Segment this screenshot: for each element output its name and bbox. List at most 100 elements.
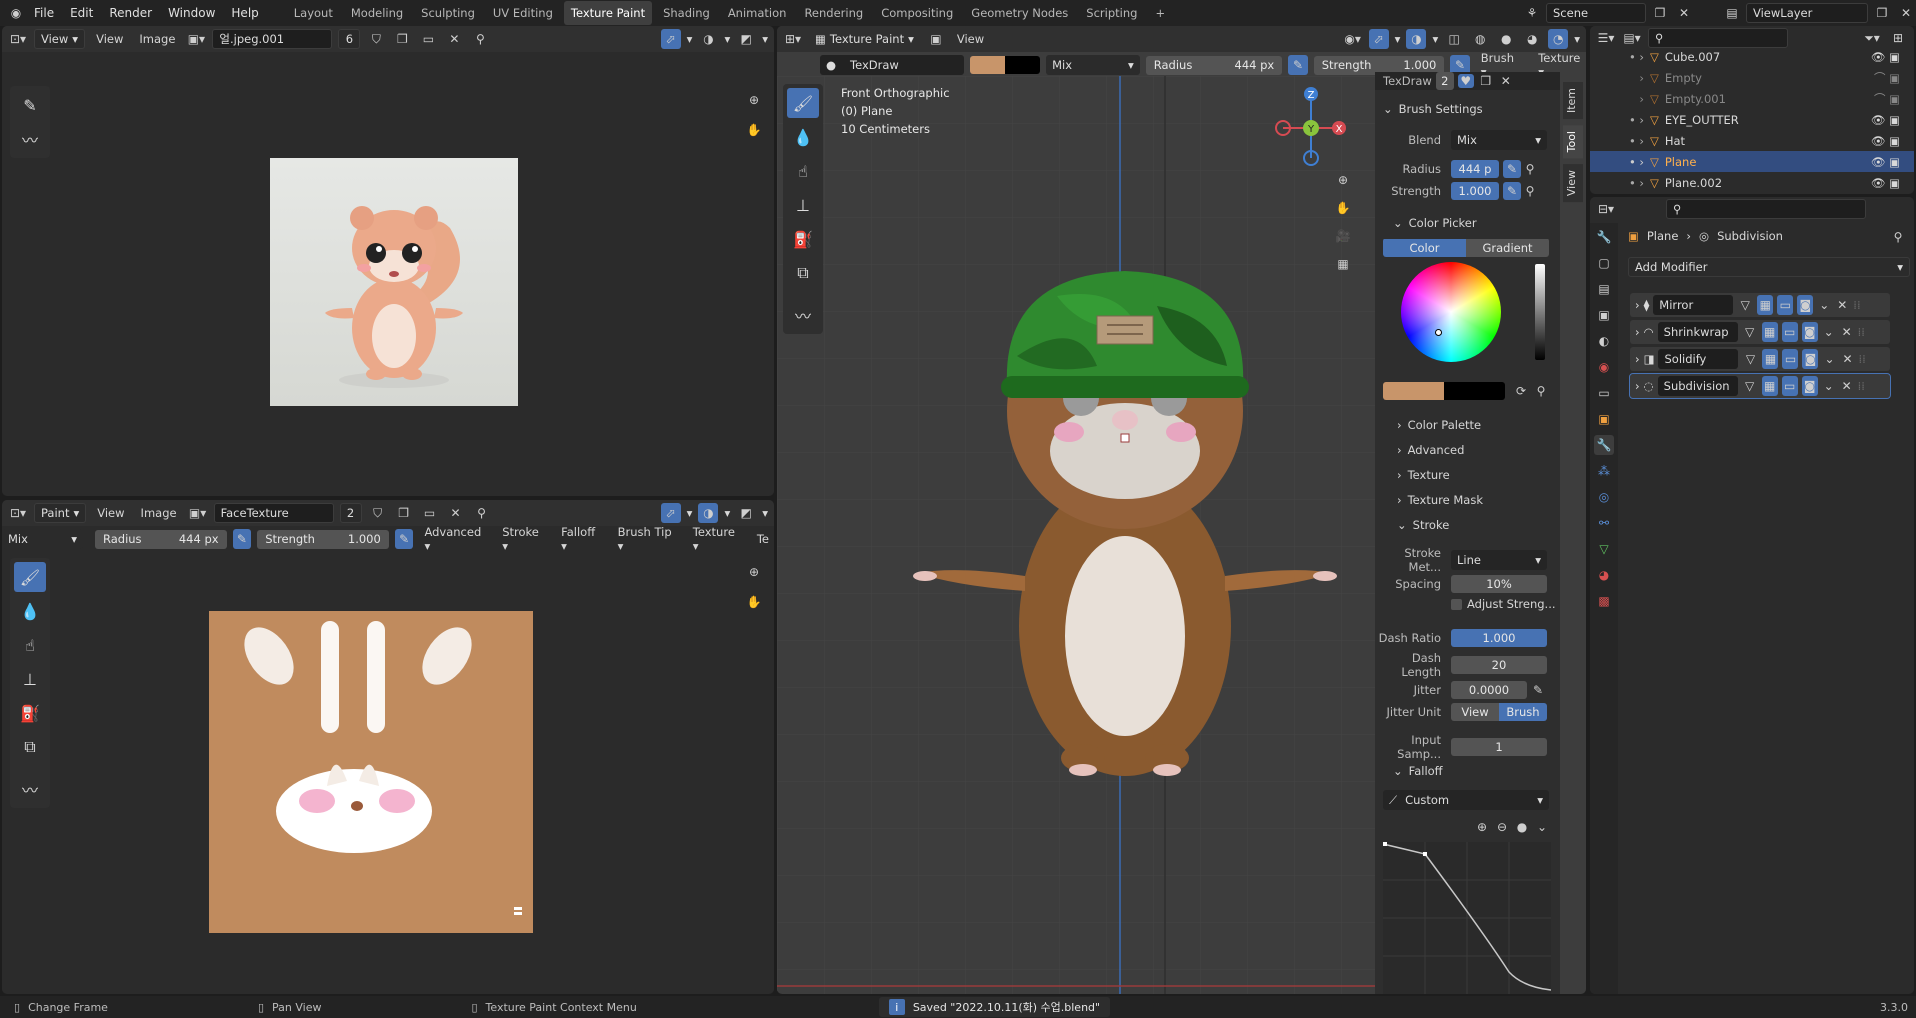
falloff-curve[interactable] xyxy=(1383,842,1551,994)
workspace-tab-texture-paint[interactable]: Texture Paint xyxy=(563,1,653,25)
new-viewlayer-icon[interactable]: ❐ xyxy=(1872,3,1892,23)
outliner-item[interactable]: • › ▽ Plane.002 👁 ▣ xyxy=(1590,172,1914,193)
new-image-icon[interactable]: ❐ xyxy=(392,29,412,49)
render-display-icon[interactable]: ◙ xyxy=(1797,295,1814,315)
texdraw-fake-user-icon[interactable]: ♥ xyxy=(1457,74,1474,88)
display-channels-icon[interactable]: ◩ xyxy=(736,503,756,523)
modifier-name[interactable]: Mirror xyxy=(1653,295,1734,315)
open-image-icon[interactable]: ▭ xyxy=(420,503,440,523)
workspace-tab-layout[interactable]: Layout xyxy=(287,1,340,25)
tab-color[interactable]: Color xyxy=(1383,238,1466,257)
annotate-tool-icon[interactable]: 〰 xyxy=(14,124,46,154)
xray-icon[interactable]: ◫ xyxy=(1444,29,1464,49)
jitter-unit-brush[interactable]: Brush xyxy=(1499,703,1547,721)
remove-modifier-icon[interactable]: ✕ xyxy=(1840,376,1854,396)
blend-dropdown[interactable]: Mix ▾ xyxy=(2,529,83,549)
overlay-toggle-icon[interactable]: ◑ xyxy=(1406,29,1427,49)
open-image-icon[interactable]: ▭ xyxy=(418,29,438,49)
3d-viewport[interactable]: ⊞▾ ▦ Texture Paint ▾ ▣ View ◉▾ ⬀ ▾ ◑ ▾ ◫ ◍ … xyxy=(777,26,1586,994)
texdraw-users[interactable]: 2 xyxy=(1435,72,1454,90)
pin-icon[interactable]: ⚲ xyxy=(470,29,490,49)
workspace-tab-modeling[interactable]: Modeling xyxy=(344,1,410,25)
editor-type-icon[interactable]: ⊞▾ xyxy=(783,29,803,49)
menu-view[interactable]: View xyxy=(92,506,129,520)
smear-tool-icon[interactable]: ☝ xyxy=(787,156,819,186)
secondary-swatch[interactable] xyxy=(1444,382,1505,400)
menu-image[interactable]: Image xyxy=(136,506,182,520)
render-tab-icon[interactable]: ▢ xyxy=(1594,253,1614,273)
editor-type-icon[interactable]: ☰▾ xyxy=(1596,28,1616,48)
viewport-display-icon[interactable]: ▭ xyxy=(1781,322,1798,342)
jitter-unit-view[interactable]: View xyxy=(1451,703,1499,721)
edit-cage-icon[interactable]: ▽ xyxy=(1737,295,1753,315)
image-users-count[interactable]: 6 xyxy=(338,29,361,49)
texture-dropdown[interactable]: Texture ▾ xyxy=(688,525,746,553)
tab-item[interactable]: Item xyxy=(1563,82,1583,120)
strength-pressure-icon[interactable]: ✎ xyxy=(1503,182,1521,200)
collection-tab-icon[interactable]: ▭ xyxy=(1594,383,1614,403)
object-tab-icon[interactable]: ▣ xyxy=(1594,409,1614,429)
outliner-item[interactable]: › ▽ Empty.001 ⌒ ▣ xyxy=(1590,88,1914,109)
stroke-method-select[interactable]: Line ▾ xyxy=(1451,550,1547,570)
texture-mask-header[interactable]: › Texture Mask xyxy=(1397,493,1483,507)
tab-gradient[interactable]: Gradient xyxy=(1466,238,1549,257)
annotate-tool-icon[interactable]: 〰 xyxy=(787,300,819,330)
pan-hand-icon[interactable]: ✋ xyxy=(744,592,764,612)
strength-field[interactable]: Strength 1.000 xyxy=(257,529,389,549)
drag-handle-icon[interactable]: ⁞⁞ xyxy=(1858,352,1865,366)
radius-pressure-icon[interactable]: ✎ xyxy=(232,529,252,549)
fill-tool-icon[interactable]: ⛽ xyxy=(787,224,819,254)
image-users-count[interactable]: 2 xyxy=(339,503,362,523)
adjust-strength-row[interactable]: Adjust Streng... xyxy=(1451,597,1556,611)
workspace-tab-animation[interactable]: Animation xyxy=(721,1,794,25)
shading-solid-icon[interactable]: ● xyxy=(1496,29,1516,49)
radius-unit-icon[interactable]: ⚲ xyxy=(1521,160,1539,178)
falloff-preset-select[interactable]: ⟋ Custom ▾ xyxy=(1383,790,1549,810)
fill-tool-icon[interactable]: ⛽ xyxy=(14,698,46,728)
brush-color-swatches[interactable] xyxy=(970,56,1041,74)
workspace-tab-geometry-nodes[interactable]: Geometry Nodes xyxy=(964,1,1075,25)
drag-handle-icon[interactable]: ⁞⁞ xyxy=(1858,325,1865,339)
clone-tool-icon[interactable]: ⊥ xyxy=(787,190,819,220)
constraints-tab-icon[interactable]: ⚯ xyxy=(1594,513,1614,533)
image-name-field[interactable]: FaceTexture xyxy=(213,503,334,523)
fake-user-icon[interactable]: ⛉ xyxy=(366,29,386,49)
stroke-header[interactable]: ⌄ Stroke xyxy=(1397,518,1449,532)
editmode-icon[interactable]: ▦ xyxy=(1761,322,1778,342)
mask-tool-icon[interactable]: ⧉ xyxy=(787,258,819,288)
visibility-icon[interactable]: 👁 ▣ xyxy=(1871,176,1914,190)
menu-edit[interactable]: Edit xyxy=(62,0,101,26)
workspace-tab-uv-editing[interactable]: UV Editing xyxy=(486,1,560,25)
editmode-icon[interactable]: ▦ xyxy=(1762,349,1779,369)
outliner-item-selected[interactable]: • › ▽ Plane 👁 ▣ xyxy=(1590,151,1914,172)
color-palette-header[interactable]: › Color Palette xyxy=(1397,418,1481,432)
edit-cage-icon[interactable]: ▽ xyxy=(1742,376,1758,396)
stroke-dropdown[interactable]: Stroke ▾ xyxy=(497,525,550,553)
zoom-icon[interactable]: ⊕ xyxy=(744,90,764,110)
orientation-gizmo[interactable]: Z X Y xyxy=(1271,82,1351,168)
scene-tab-icon[interactable]: ◐ xyxy=(1594,331,1614,351)
new-image-icon[interactable]: ❐ xyxy=(394,503,414,523)
drag-handle-icon[interactable]: ⁞⁞ xyxy=(1853,298,1860,312)
blender-logo-icon[interactable]: ◉ xyxy=(6,3,26,23)
pin-icon[interactable]: ⚲ xyxy=(472,503,492,523)
display-channels-icon[interactable]: ◩ xyxy=(736,29,756,49)
workspace-tab-rendering[interactable]: Rendering xyxy=(797,1,870,25)
swap-colors-icon[interactable]: ⟳ xyxy=(1511,381,1531,401)
zoom-icon[interactable]: ⊕ xyxy=(744,562,764,582)
shading-wireframe-icon[interactable]: ◍ xyxy=(1470,29,1490,49)
menu-render[interactable]: Render xyxy=(101,0,160,26)
adjust-strength-checkbox[interactable] xyxy=(1451,598,1462,610)
save-report[interactable]: i Saved "2022.10.11(화) 수업.blend" xyxy=(878,997,1111,1017)
unified-color-icon[interactable]: ⚲ xyxy=(1531,381,1551,401)
falloff-header[interactable]: ⌄ Falloff xyxy=(1393,764,1443,778)
strength-unified-icon[interactable]: ⚲ xyxy=(1521,182,1539,200)
hamster-model[interactable] xyxy=(897,236,1357,796)
remove-modifier-icon[interactable]: ✕ xyxy=(1840,322,1854,342)
menu-view[interactable]: View xyxy=(952,32,989,46)
advanced-dropdown[interactable]: Advanced ▾ xyxy=(419,525,491,553)
editor-type-icon[interactable]: ⊟▾ xyxy=(1596,199,1616,219)
shading-material-icon[interactable]: ◕ xyxy=(1522,29,1542,49)
world-tab-icon[interactable]: ◉ xyxy=(1594,357,1614,377)
add-modifier-button[interactable]: Add Modifier ▾ xyxy=(1628,257,1910,277)
